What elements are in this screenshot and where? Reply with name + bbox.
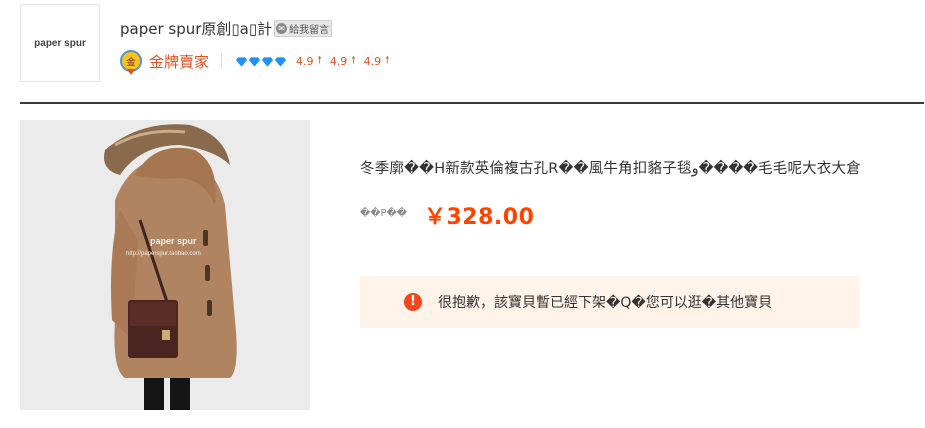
rating-description: 4.9 🠕 [296,54,322,68]
item-removed-notice: ! 很抱歉，該寶貝暫已經下架�Q�您可以逛�其他寶貝 [360,276,860,328]
up-arrow-icon: 🠕 [385,54,390,66]
alert-icon: ! [404,293,422,311]
up-arrow-icon: 🠕 [351,54,356,66]
watermark-url: http://paperspur.taobao.com [126,251,201,257]
price-label: ��P�� [360,208,408,219]
leave-message-button[interactable]: ✉ 給我留言 [274,20,333,37]
seller-level-label[interactable]: 金牌賣家 [149,51,209,72]
rating-service: 4.9 🠕 [329,54,356,68]
product-image[interactable]: paper spur http://paperspur.taobao.com [20,120,310,410]
shop-name-row: paper spur原創▯a▯計 ✉ 給我留言 [120,18,333,39]
header-divider [20,102,924,104]
rating-shipping: 4.9 🠕 [363,54,390,68]
diamond-icon [236,56,248,67]
seller-info-row: 金 金牌賣家 4.9 🠕 4.9 🠕 4.9 🠕 [120,49,389,73]
divider-vertical [221,53,223,69]
product-price: ￥328.00 [424,205,535,230]
product-title: 冬季廓��H新款英倫複古孔R��風牛角扣貉子毯و����毛毛呢大衣大倉 [360,161,861,177]
watermark-logo: paper spur [150,236,197,246]
leave-message-label: 給我留言 [289,25,330,36]
product-photo-illustration: paper spur http://paperspur.taobao.com [20,120,310,410]
notice-message: 很抱歉，該寶貝暫已經下架�Q�您可以逛�其他寶貝 [438,295,773,311]
gold-medal-icon: 金 [120,50,142,72]
shop-logo[interactable]: paper spur [20,4,100,82]
diamond-rating[interactable] [236,52,288,71]
shop-logo-text: paper spur [34,37,86,49]
diamond-icon [249,56,261,67]
chat-icon: ✉ [276,23,288,34]
diamond-icon [275,56,287,67]
shop-name[interactable]: paper spur原創▯a▯計 [120,18,272,39]
diamond-icon [262,56,274,67]
up-arrow-icon: 🠕 [317,54,322,66]
